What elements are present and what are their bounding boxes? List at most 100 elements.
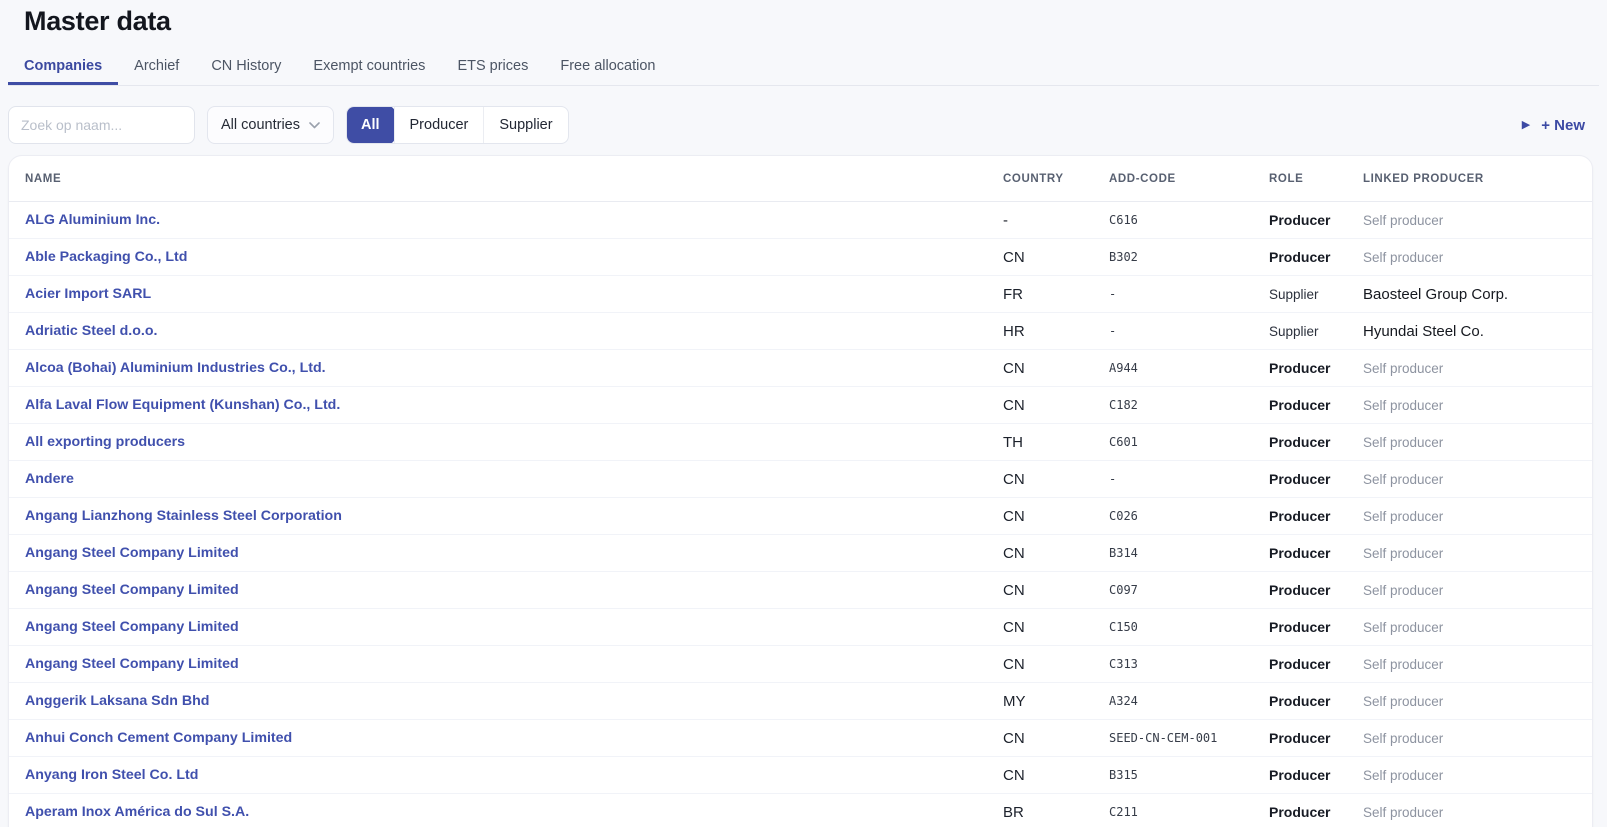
linked-producer-cell: Self producer — [1363, 472, 1592, 487]
column-header-country: COUNTRY — [1003, 173, 1109, 185]
filter-bar: All countries AllProducerSupplier ▶ + Ne… — [8, 106, 1599, 144]
company-name-link[interactable]: Angang Steel Company Limited — [25, 619, 239, 635]
country-cell: CN — [1003, 360, 1109, 377]
name-cell: ALG Aluminium Inc. — [25, 211, 1003, 229]
add-code-cell: - — [1109, 324, 1269, 338]
country-cell: CN — [1003, 582, 1109, 599]
tab-archief[interactable]: Archief — [118, 50, 195, 85]
name-cell: Angang Steel Company Limited — [25, 544, 1003, 562]
table-row: Angang Steel Company Limited CN C150 Pro… — [9, 609, 1592, 646]
table-row: Aperam Inox América do Sul S.A. BR C211 … — [9, 794, 1592, 827]
role-cell: Producer — [1269, 212, 1363, 228]
country-cell: CN — [1003, 397, 1109, 414]
company-name-link[interactable]: Anhui Conch Cement Company Limited — [25, 730, 292, 746]
company-name-link[interactable]: All exporting producers — [25, 434, 185, 450]
country-cell: - — [1003, 212, 1109, 229]
linked-producer-cell: Self producer — [1363, 731, 1592, 746]
role-cell: Supplier — [1269, 287, 1363, 302]
add-code-cell: C026 — [1109, 509, 1269, 523]
name-cell: Alfa Laval Flow Equipment (Kunshan) Co.,… — [25, 396, 1003, 414]
role-cell: Producer — [1269, 619, 1363, 635]
company-name-link[interactable]: Able Packaging Co., Ltd — [25, 249, 187, 265]
table-row: Anhui Conch Cement Company Limited CN SE… — [9, 720, 1592, 757]
segment-producer[interactable]: Producer — [394, 107, 484, 143]
add-code-cell: C097 — [1109, 583, 1269, 597]
company-name-link[interactable]: Angang Steel Company Limited — [25, 545, 239, 561]
table-row: Alfa Laval Flow Equipment (Kunshan) Co.,… — [9, 387, 1592, 424]
table-row: Anggerik Laksana Sdn Bhd MY A324 Produce… — [9, 683, 1592, 720]
linked-producer-cell: Self producer — [1363, 583, 1592, 598]
linked-producer-cell: Baosteel Group Corp. — [1363, 286, 1592, 303]
tab-label: CN History — [211, 58, 281, 74]
name-cell: Able Packaging Co., Ltd — [25, 248, 1003, 266]
table-row: Alcoa (Bohai) Aluminium Industries Co., … — [9, 350, 1592, 387]
add-code-cell: B315 — [1109, 768, 1269, 782]
country-filter-dropdown[interactable]: All countries — [207, 106, 334, 144]
linked-producer-cell: Self producer — [1363, 620, 1592, 635]
add-code-cell: - — [1109, 472, 1269, 486]
name-cell: Alcoa (Bohai) Aluminium Industries Co., … — [25, 359, 1003, 377]
add-code-cell: C211 — [1109, 805, 1269, 819]
company-name-link[interactable]: Angang Lianzhong Stainless Steel Corpora… — [25, 508, 342, 524]
triangle-right-icon[interactable]: ▶ — [1522, 120, 1530, 131]
add-code-cell: B302 — [1109, 250, 1269, 264]
linked-producer-cell: Self producer — [1363, 398, 1592, 413]
segment-all[interactable]: All — [346, 106, 395, 144]
company-name-link[interactable]: ALG Aluminium Inc. — [25, 212, 160, 228]
company-name-link[interactable]: Anggerik Laksana Sdn Bhd — [25, 693, 209, 709]
add-code-cell: C601 — [1109, 435, 1269, 449]
master-data-page: Master data Companies Archief CN History Ex… — [0, 6, 1607, 827]
table-row: ALG Aluminium Inc. - C616 Producer Self … — [9, 202, 1592, 239]
role-cell: Producer — [1269, 249, 1363, 265]
name-cell: All exporting producers — [25, 433, 1003, 451]
tab-cn-history[interactable]: CN History — [195, 50, 297, 85]
table-row: Acier Import SARL FR - Supplier Baosteel… — [9, 276, 1592, 313]
add-code-cell: A324 — [1109, 694, 1269, 708]
name-cell: Anggerik Laksana Sdn Bhd — [25, 692, 1003, 710]
page-title: Master data — [24, 6, 1599, 37]
table-row: Angang Steel Company Limited CN C097 Pro… — [9, 572, 1592, 609]
tab-free-allocation[interactable]: Free allocation — [544, 50, 671, 85]
company-name-link[interactable]: Andere — [25, 471, 74, 487]
country-cell: CN — [1003, 471, 1109, 488]
linked-producer-cell: Self producer — [1363, 657, 1592, 672]
table-body: ALG Aluminium Inc. - C616 Producer Self … — [9, 202, 1592, 827]
country-filter-value: All countries — [221, 117, 300, 133]
company-name-link[interactable]: Acier Import SARL — [25, 286, 151, 302]
company-name-link[interactable]: Adriatic Steel d.o.o. — [25, 323, 157, 339]
company-name-link[interactable]: Angang Steel Company Limited — [25, 656, 239, 672]
add-code-cell: C150 — [1109, 620, 1269, 634]
role-cell: Producer — [1269, 767, 1363, 783]
country-cell: FR — [1003, 286, 1109, 303]
company-name-link[interactable]: Anyang Iron Steel Co. Ltd — [25, 767, 198, 783]
company-name-link[interactable]: Angang Steel Company Limited — [25, 582, 239, 598]
role-cell: Supplier — [1269, 324, 1363, 339]
table-row: Angang Steel Company Limited CN C313 Pro… — [9, 646, 1592, 683]
table-row: Angang Lianzhong Stainless Steel Corpora… — [9, 498, 1592, 535]
tab-bar: Companies Archief CN History Exempt countri… — [8, 50, 1599, 86]
country-cell: HR — [1003, 323, 1109, 340]
new-button[interactable]: + New — [1541, 117, 1585, 134]
country-cell: CN — [1003, 508, 1109, 525]
tab-label: Companies — [24, 58, 102, 74]
country-cell: CN — [1003, 249, 1109, 266]
country-cell: CN — [1003, 767, 1109, 784]
add-code-cell: B314 — [1109, 546, 1269, 560]
linked-producer-cell: Self producer — [1363, 361, 1592, 376]
add-code-cell: A944 — [1109, 361, 1269, 375]
add-code-cell: C182 — [1109, 398, 1269, 412]
tab-ets-prices[interactable]: ETS prices — [441, 50, 544, 85]
segment-supplier[interactable]: Supplier — [483, 107, 567, 143]
add-code-cell: SEED-CN-CEM-001 — [1109, 731, 1269, 745]
role-cell: Producer — [1269, 508, 1363, 524]
tab-exempt-countries[interactable]: Exempt countries — [297, 50, 441, 85]
company-name-link[interactable]: Aperam Inox América do Sul S.A. — [25, 804, 249, 820]
company-name-link[interactable]: Alcoa (Bohai) Aluminium Industries Co., … — [25, 360, 326, 376]
role-cell: Producer — [1269, 434, 1363, 450]
companies-table-card: NAMECOUNTRYADD-CODEROLELINKED PRODUCER A… — [8, 155, 1593, 827]
search-input[interactable] — [8, 106, 195, 144]
name-cell: Anhui Conch Cement Company Limited — [25, 729, 1003, 747]
name-cell: Angang Steel Company Limited — [25, 655, 1003, 673]
tab-companies[interactable]: Companies — [8, 50, 118, 85]
company-name-link[interactable]: Alfa Laval Flow Equipment (Kunshan) Co.,… — [25, 397, 340, 413]
